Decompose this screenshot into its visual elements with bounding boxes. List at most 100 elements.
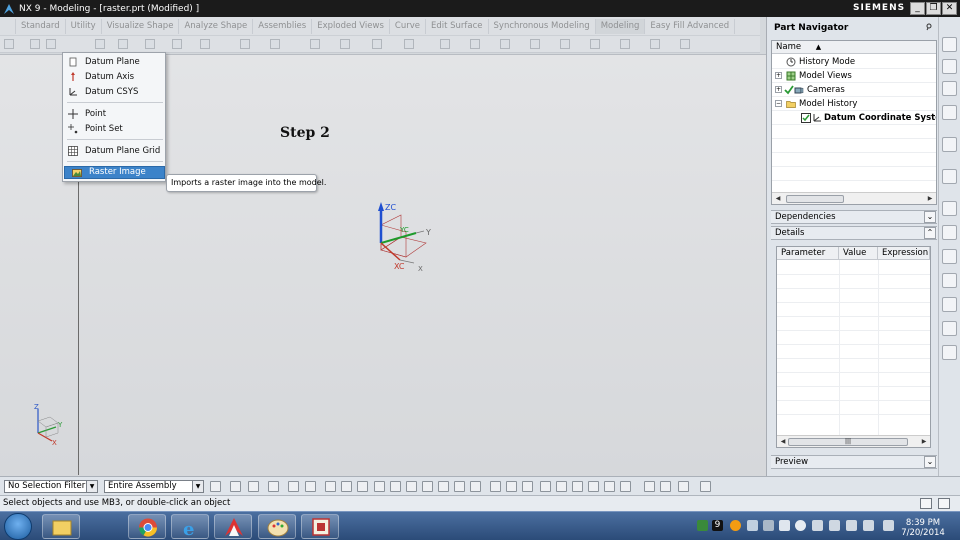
tab-synchronous-modeling[interactable]: Synchronous Modeling xyxy=(489,18,596,34)
tool-icon[interactable] xyxy=(680,39,690,49)
tool-icon[interactable] xyxy=(95,39,105,49)
cube-icon[interactable] xyxy=(305,481,316,492)
bounded-grid-icon[interactable] xyxy=(490,481,501,492)
tree-node-history-mode[interactable]: History Mode xyxy=(772,55,936,69)
expand-icon[interactable]: + xyxy=(775,72,782,79)
tool-icon[interactable] xyxy=(372,39,382,49)
checkbox-checked-icon[interactable] xyxy=(801,113,811,123)
part-navigator-tree[interactable]: Name ▲ History Mode + Model Views + Came… xyxy=(771,40,937,205)
tray-cloud-icon[interactable] xyxy=(795,520,806,531)
menu-item-datum-axis[interactable]: Datum Axis xyxy=(64,70,165,84)
expand-icon[interactable]: + xyxy=(775,86,782,93)
tray-speaker-icon[interactable] xyxy=(863,520,874,531)
chrome-icon[interactable] xyxy=(128,514,166,539)
history-icon[interactable] xyxy=(942,169,957,184)
tool-icon[interactable] xyxy=(560,39,570,49)
arc-center-icon[interactable] xyxy=(406,481,417,492)
tab-modeling[interactable]: Modeling xyxy=(595,18,646,34)
tool-icon[interactable] xyxy=(118,39,128,49)
control-point-icon[interactable] xyxy=(374,481,385,492)
scroll-right-icon[interactable]: ▶ xyxy=(926,195,934,203)
internet-explorer-icon[interactable]: e xyxy=(171,514,209,540)
paint-icon[interactable] xyxy=(258,514,296,539)
face-icon[interactable] xyxy=(588,481,599,492)
status-window-icon[interactable] xyxy=(920,498,932,509)
web-browser-icon[interactable] xyxy=(942,137,957,152)
tab-easy-fill-advanced[interactable]: Easy Fill Advanced xyxy=(645,18,736,34)
end-point-icon[interactable] xyxy=(341,481,352,492)
scroll-thumb[interactable] xyxy=(786,195,844,203)
general-selection-icon[interactable] xyxy=(210,481,221,492)
dropdown-arrow-icon[interactable]: ▼ xyxy=(192,481,203,492)
preview-section[interactable]: Preview ⌄ xyxy=(771,455,937,469)
tool-icon[interactable] xyxy=(500,39,510,49)
roles-icon[interactable] xyxy=(942,297,957,312)
system-materials-icon[interactable] xyxy=(942,225,957,240)
tray-nine-icon[interactable]: 9 xyxy=(712,520,723,531)
taskbar-clock[interactable]: 8:39 PM 7/20/2014 xyxy=(899,518,947,538)
selection-lasso-icon[interactable] xyxy=(268,481,279,492)
view-options-icon[interactable] xyxy=(678,481,689,492)
snap-point-icon[interactable] xyxy=(325,481,336,492)
scroll-left-icon[interactable]: ◀ xyxy=(779,438,787,446)
tray-bluetooth-icon[interactable] xyxy=(883,520,894,531)
tool-icon[interactable] xyxy=(440,39,450,49)
tool-icon[interactable] xyxy=(240,39,250,49)
process-studio-icon[interactable] xyxy=(942,249,957,264)
existing-point-icon[interactable] xyxy=(438,481,449,492)
curve-icon[interactable] xyxy=(540,481,551,492)
tool-icon[interactable] xyxy=(650,39,660,49)
tool-icon[interactable] xyxy=(340,39,350,49)
selection-option-icon[interactable] xyxy=(230,481,241,492)
body-icon[interactable] xyxy=(572,481,583,492)
tool-icon[interactable] xyxy=(590,39,600,49)
menu-item-datum-plane[interactable]: Datum Plane xyxy=(64,55,165,69)
menu-item-point[interactable]: Point xyxy=(64,107,165,121)
tree-node-model-views[interactable]: + Model Views xyxy=(772,69,936,83)
constraint-navigator-icon[interactable] xyxy=(942,59,957,74)
selection-scope-dropdown[interactable]: Entire Assembly ▼ xyxy=(104,480,204,493)
tree-node-model-history[interactable]: − Model History xyxy=(772,97,936,111)
minimize-button[interactable]: _ xyxy=(910,2,925,15)
parameter-column-header[interactable]: Parameter xyxy=(777,247,839,260)
feature-icon[interactable] xyxy=(556,481,567,492)
tool-icon[interactable] xyxy=(620,39,630,49)
edge-icon[interactable] xyxy=(604,481,615,492)
intersection-point-icon[interactable] xyxy=(390,481,401,492)
tree-horizontal-scrollbar[interactable]: ◀ ▶ xyxy=(772,192,936,204)
customize-icon[interactable] xyxy=(700,481,711,492)
mid-point-icon[interactable] xyxy=(357,481,368,492)
screen-recorder-icon[interactable] xyxy=(301,514,339,539)
chevron-down-icon[interactable]: ⌄ xyxy=(924,211,936,223)
tool-icon[interactable] xyxy=(200,39,210,49)
tool-icon[interactable] xyxy=(30,39,40,49)
tray-wifi-icon[interactable] xyxy=(747,520,758,531)
tray-app-icon[interactable] xyxy=(697,520,708,531)
value-column-header[interactable]: Value xyxy=(839,247,878,260)
details-horizontal-scrollbar[interactable]: ◀ ||| ▶ xyxy=(777,435,930,447)
dependencies-section[interactable]: Dependencies ⌄ xyxy=(771,210,937,224)
tab-utility[interactable]: Utility xyxy=(66,18,102,34)
tab-visualize-shape[interactable]: Visualize Shape xyxy=(102,18,180,34)
tray-network-icon[interactable] xyxy=(763,520,774,531)
datum-csys-graphic[interactable]: ZC YC Y XC X xyxy=(366,195,446,275)
dropdown-arrow-icon[interactable]: ▼ xyxy=(86,481,97,492)
part-navigator-icon[interactable] xyxy=(942,81,957,96)
point-on-surface-icon[interactable] xyxy=(470,481,481,492)
status-fullscreen-icon[interactable] xyxy=(938,498,950,509)
tray-monitor-icon[interactable] xyxy=(812,520,823,531)
tray-flag-icon[interactable] xyxy=(829,520,840,531)
expression-column-header[interactable]: Expression xyxy=(878,247,930,260)
tab-analyze-shape[interactable]: Analyze Shape xyxy=(179,18,254,34)
save-icon[interactable] xyxy=(660,481,671,492)
scroll-thumb[interactable]: ||| xyxy=(788,438,908,446)
system-scenes-icon[interactable] xyxy=(942,321,957,336)
menu-item-datum-plane-grid[interactable]: Datum Plane Grid xyxy=(64,144,165,158)
pole-icon[interactable] xyxy=(506,481,517,492)
close-button[interactable]: ✕ xyxy=(942,2,957,15)
assembly-navigator-icon[interactable] xyxy=(942,37,957,52)
menu-item-datum-csys[interactable]: Datum CSYS xyxy=(64,85,165,99)
tree-node-datum-csys[interactable]: Datum Coordinate System (0 xyxy=(772,111,936,125)
tool-icon[interactable] xyxy=(46,39,56,49)
chevron-up-icon[interactable]: ⌃ xyxy=(924,227,936,239)
